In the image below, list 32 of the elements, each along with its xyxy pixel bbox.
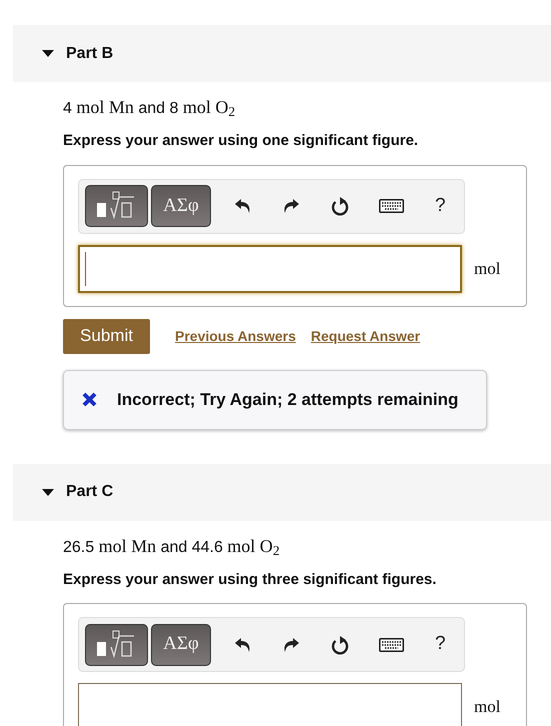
- keyboard-icon[interactable]: [379, 199, 404, 213]
- help-button[interactable]: ?: [435, 630, 446, 659]
- cross-icon: [82, 392, 97, 407]
- redo-icon[interactable]: [283, 198, 299, 214]
- part-title: Part C: [66, 482, 114, 502]
- undo-icon[interactable]: [235, 198, 251, 214]
- answer-field[interactable]: [78, 244, 462, 292]
- text-link[interactable]: Request Answer: [310, 326, 420, 346]
- text-link[interactable]: Previous Answers: [175, 326, 296, 346]
- instruction-text: Express your answer using one significant figure.: [63, 131, 418, 151]
- undo-icon[interactable]: [235, 636, 251, 652]
- reset-icon[interactable]: [331, 634, 349, 654]
- submit-button[interactable]: Submit: [63, 318, 150, 354]
- unit-label: mol: [474, 258, 500, 280]
- instruction-text: Express your answer using three significant figures.: [63, 570, 436, 590]
- problem-statement: 26.5 mol Mn and 44.6 mol O$_{2}$: [63, 534, 280, 560]
- part-header[interactable]: Part C: [13, 464, 551, 520]
- templates-button[interactable]: [85, 624, 148, 666]
- part-title: Part B: [66, 44, 114, 64]
- redo-icon[interactable]: [283, 636, 299, 652]
- problem-statement: 4 mol Mn and 8 mol O$_{2}$: [63, 96, 236, 121]
- part-header[interactable]: Part B: [13, 25, 551, 82]
- keyboard-icon[interactable]: [379, 638, 404, 652]
- symbols-button[interactable]: ΑΣφ: [151, 185, 211, 227]
- unit-label: mol: [474, 696, 500, 718]
- reset-icon[interactable]: [331, 196, 349, 216]
- templates-button[interactable]: [85, 185, 148, 227]
- answer-field[interactable]: [78, 683, 462, 726]
- symbols-button[interactable]: ΑΣφ: [151, 624, 211, 666]
- text-cursor: [85, 252, 86, 286]
- help-button[interactable]: ?: [435, 192, 446, 220]
- feedback-message: Incorrect; Try Again; 2 attempts remaining: [117, 388, 458, 411]
